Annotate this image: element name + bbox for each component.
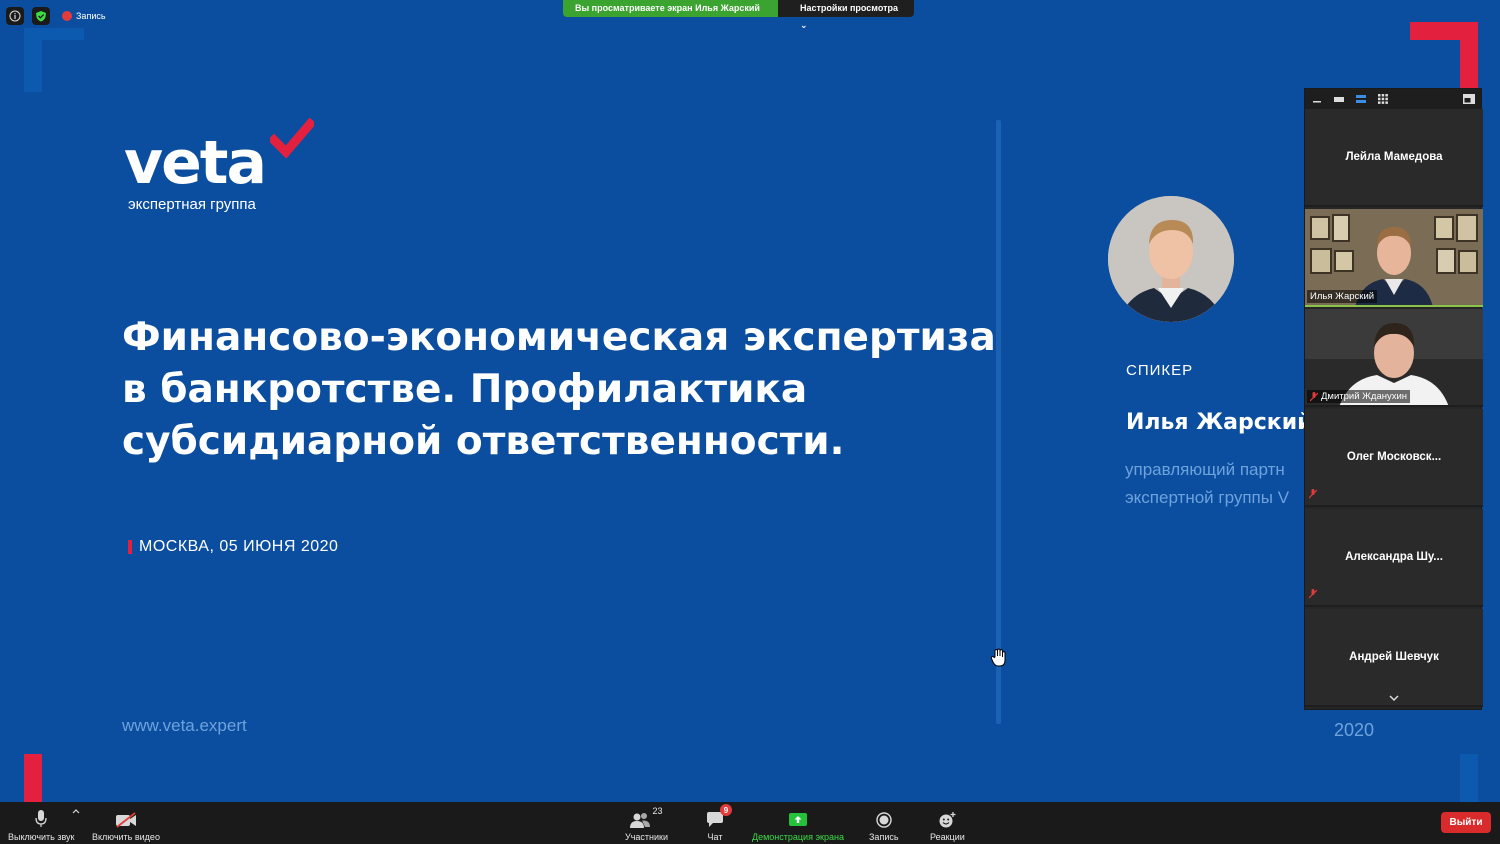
leave-meeting-button[interactable]: Выйти	[1441, 812, 1491, 833]
microphone-icon	[35, 810, 47, 827]
strip-view-icon[interactable]	[1355, 94, 1367, 104]
mute-label: Выключить звук	[8, 832, 75, 842]
slide-title-line: субсидиарной ответственности.	[122, 419, 845, 464]
participant-video-tile[interactable]: Дмитрий Жданухин	[1305, 309, 1483, 407]
reactions-button[interactable]: Реакции	[930, 806, 965, 842]
veta-logo: veta экспертная группа	[124, 118, 324, 218]
record-button[interactable]: Запись	[869, 806, 899, 842]
participants-count: 23	[652, 806, 663, 816]
meeting-info-bar: Запись	[6, 7, 110, 25]
slide-date: МОСКВА, 05 ИЮНЯ 2020	[128, 538, 338, 556]
participant-name: Дмитрий Жданухин	[1321, 391, 1408, 402]
logo-tagline: экспертная группа	[128, 196, 256, 213]
info-icon[interactable]	[6, 7, 24, 25]
reactions-label: Реакции	[930, 832, 965, 842]
participants-button[interactable]: 23 Участники	[625, 806, 668, 842]
viewing-banner-text: Вы просматриваете экран Илья Жарский	[563, 0, 778, 17]
speaker-photo	[1108, 196, 1234, 322]
smile-icon	[939, 812, 956, 828]
share-screen-button[interactable]: Демонстрация экрана	[752, 806, 844, 842]
recording-label: Запись	[76, 11, 106, 21]
participant-video-tile[interactable]: Илья Жарский	[1305, 209, 1483, 307]
slide-website: www.veta.expert	[122, 716, 247, 735]
gallery-toolbar	[1305, 89, 1481, 109]
participant-name-tag: Дмитрий Жданухин	[1307, 390, 1411, 403]
video-off-icon	[115, 812, 136, 828]
chat-badge: 9	[720, 804, 732, 816]
participants-gallery-panel: Лейла Мамедова Илья Жарский Дмитрий Ждан…	[1304, 88, 1483, 710]
speaker-label: СПИКЕР	[1126, 362, 1194, 379]
screen-share-banner: Вы просматриваете экран Илья Жарский Нас…	[563, 0, 914, 30]
scroll-down-button[interactable]	[1305, 687, 1483, 709]
record-dot-icon	[62, 11, 72, 21]
speaker-name: Илья Жарский	[1126, 410, 1313, 435]
slide-title: Финансово-экономическая экспертиза в бан…	[122, 312, 1002, 468]
share-screen-label: Демонстрация экрана	[752, 832, 844, 842]
grid-view-icon[interactable]	[1377, 94, 1389, 104]
participants-label: Участники	[625, 832, 668, 842]
date-accent-bar	[128, 540, 132, 554]
shared-screen-slide: veta экспертная группа Финансово-экономи…	[0, 0, 1500, 802]
audio-options-caret[interactable]	[72, 808, 80, 814]
view-options-button[interactable]: Настройки просмотра ⌄	[778, 0, 914, 30]
shield-icon[interactable]	[32, 7, 50, 25]
slide-title-line: Финансово-экономическая экспертиза	[122, 315, 996, 360]
participant-name: Лейла Мамедова	[1345, 151, 1443, 163]
minimize-icon[interactable]	[1311, 94, 1323, 104]
speaker-role-line: экспертной группы V	[1125, 488, 1290, 507]
slide-corner-decoration	[24, 754, 42, 802]
chat-label: Чат	[707, 832, 723, 842]
record-icon	[876, 812, 892, 828]
slide-year: 2020	[1334, 720, 1375, 740]
participant-tile[interactable]: Лейла Мамедова	[1305, 109, 1483, 207]
participant-tile[interactable]: Олег Московск...	[1305, 409, 1483, 507]
speaker-role-line: управляющий партн	[1125, 460, 1285, 479]
meeting-toolbar: Выключить звук Включить видео 23 Участни…	[0, 802, 1500, 844]
speaker-portrait-icon	[1108, 196, 1234, 322]
logo-word: veta	[124, 128, 267, 198]
chevron-up-icon	[72, 809, 80, 814]
mic-muted-icon	[1310, 391, 1318, 401]
chevron-down-icon: ⌄	[800, 20, 808, 30]
chevron-down-icon	[1389, 695, 1399, 702]
single-view-icon[interactable]	[1333, 94, 1345, 104]
speaker-role: управляющий партн экспертной группы V	[1125, 456, 1289, 512]
mute-button[interactable]: Выключить звук	[8, 806, 75, 842]
exit-fullscreen-icon[interactable]	[1463, 94, 1475, 104]
participant-name: Андрей Шевчук	[1349, 651, 1439, 663]
participants-icon	[630, 813, 651, 828]
hand-cursor-icon	[990, 648, 1006, 667]
slide-corner-decoration	[1460, 22, 1478, 88]
recording-indicator[interactable]: Запись	[58, 7, 110, 25]
start-video-button[interactable]: Включить видео	[92, 806, 160, 842]
view-options-label: Настройки просмотра	[800, 3, 899, 13]
record-label: Запись	[869, 832, 899, 842]
slide-title-line: в банкротстве. Профилактика	[122, 367, 808, 412]
mic-muted-icon	[1309, 489, 1317, 499]
chat-button[interactable]: 9 Чат	[706, 804, 732, 842]
participant-name: Александра Шу...	[1345, 551, 1443, 563]
logo-check-icon	[270, 118, 314, 158]
participant-tile[interactable]: Александра Шу...	[1305, 509, 1483, 607]
participant-name: Олег Московск...	[1346, 451, 1442, 463]
slide-corner-decoration	[1460, 754, 1478, 802]
start-video-label: Включить видео	[92, 832, 160, 842]
mic-muted-icon	[1309, 589, 1317, 599]
participant-name: Илья Жарский	[1310, 291, 1375, 302]
share-screen-icon	[788, 813, 807, 826]
participant-name-tag: Илья Жарский	[1307, 290, 1378, 303]
date-text: МОСКВА, 05 ИЮНЯ 2020	[139, 538, 339, 555]
slide-corner-decoration	[24, 28, 42, 92]
